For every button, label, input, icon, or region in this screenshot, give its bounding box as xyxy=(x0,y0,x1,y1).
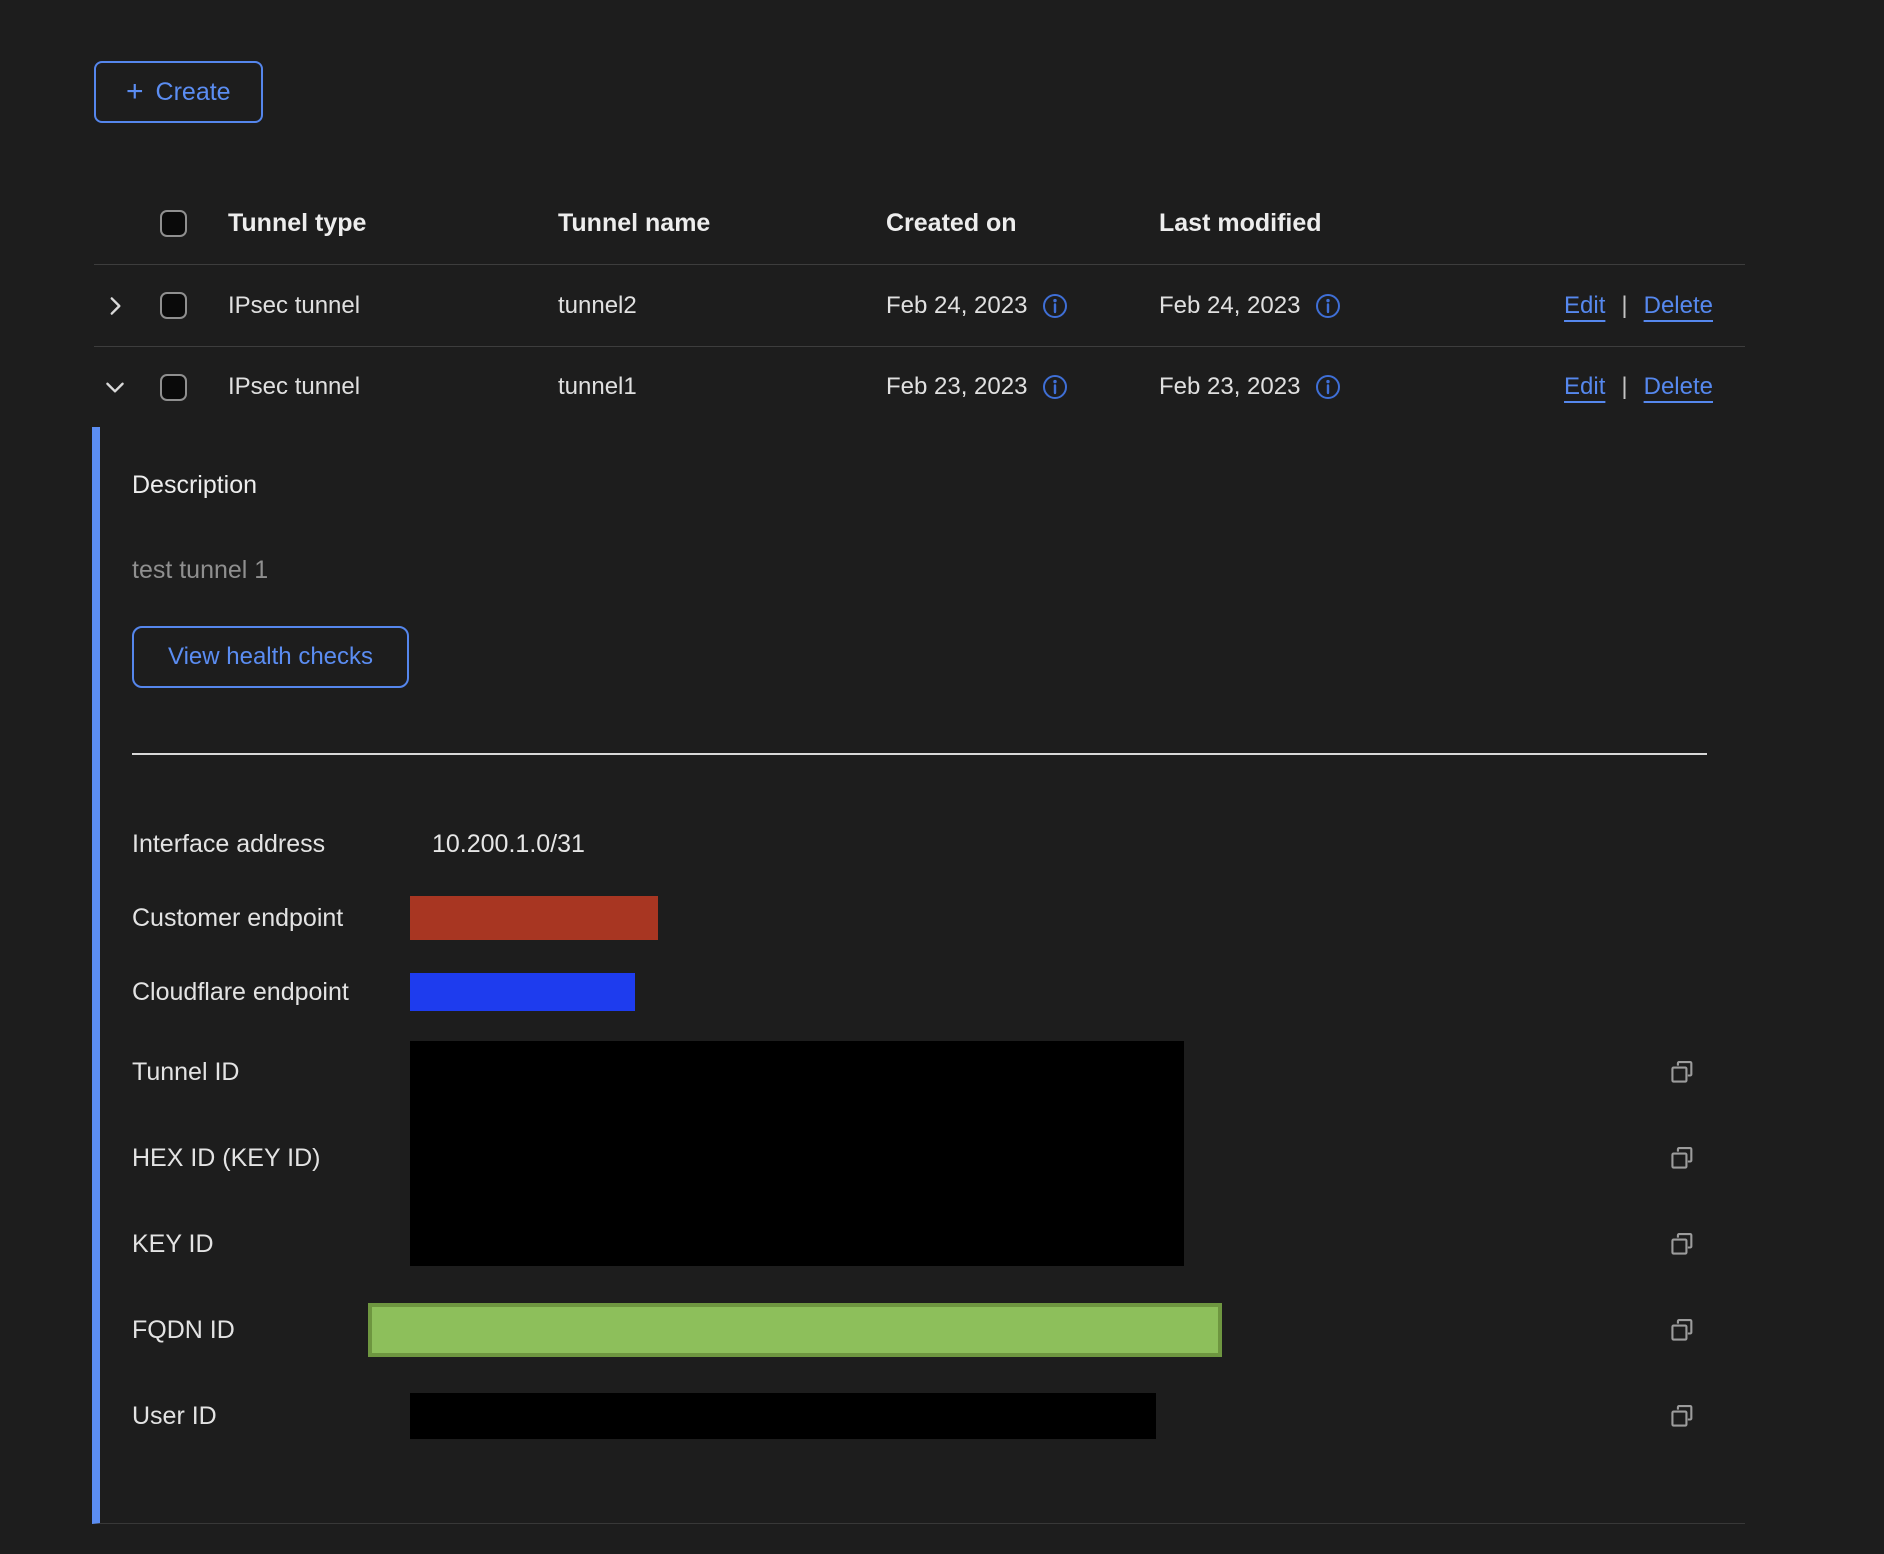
user-id-redaction xyxy=(410,1393,1156,1439)
cloudflare-endpoint-label: Cloudflare endpoint xyxy=(132,955,432,1029)
interface-address-label: Interface address xyxy=(132,807,432,881)
tunnel-fields: Interface address 10.200.1.0/31 Customer… xyxy=(132,807,1745,1459)
copy-icon[interactable] xyxy=(1668,1230,1696,1258)
action-separator: | xyxy=(1621,292,1627,320)
tunnel-name-cell: tunnel2 xyxy=(558,292,886,320)
edit-link[interactable]: Edit xyxy=(1564,373,1605,401)
chevron-down-icon[interactable] xyxy=(102,374,128,400)
interface-address-value: 10.200.1.0/31 xyxy=(432,830,585,859)
info-icon[interactable] xyxy=(1042,293,1068,319)
user-id-label: User ID xyxy=(132,1373,432,1459)
tunnels-page: + Create Tunnel type Tunnel name Created… xyxy=(94,0,1745,1524)
view-health-checks-button[interactable]: View health checks xyxy=(132,626,409,688)
fqdn-id-redaction xyxy=(368,1303,1222,1357)
description-value: test tunnel 1 xyxy=(132,556,1745,585)
delete-link[interactable]: Delete xyxy=(1644,373,1713,401)
key-id-label: KEY ID xyxy=(132,1201,432,1287)
copy-icon[interactable] xyxy=(1668,1316,1696,1344)
header-created-on: Created on xyxy=(886,209,1159,238)
copy-icon[interactable] xyxy=(1668,1144,1696,1172)
delete-link[interactable]: Delete xyxy=(1644,292,1713,320)
table-row-tunnel1: IPsec tunnel tunnel1 Feb 23, 2023 Feb 23… xyxy=(94,347,1745,427)
edit-link[interactable]: Edit xyxy=(1564,292,1605,320)
created-on-cell: Feb 24, 2023 xyxy=(886,292,1027,320)
row-checkbox[interactable] xyxy=(160,374,187,401)
customer-endpoint-label: Customer endpoint xyxy=(132,881,432,955)
header-tunnel-type: Tunnel type xyxy=(228,209,558,238)
create-button[interactable]: + Create xyxy=(94,61,263,123)
last-modified-cell: Feb 24, 2023 xyxy=(1159,292,1300,320)
chevron-right-icon[interactable] xyxy=(102,293,128,319)
description-label: Description xyxy=(132,471,1745,500)
create-button-label: Create xyxy=(156,78,231,107)
tunnel-detail-panel: Description test tunnel 1 View health ch… xyxy=(92,427,1745,1524)
cloudflare-endpoint-redaction xyxy=(410,973,635,1011)
customer-endpoint-redaction xyxy=(410,896,658,940)
table-row-tunnel2: IPsec tunnel tunnel2 Feb 24, 2023 Feb 24… xyxy=(94,265,1745,347)
tunnel-type-cell: IPsec tunnel xyxy=(228,373,558,401)
select-all-checkbox[interactable] xyxy=(160,210,187,237)
info-icon[interactable] xyxy=(1315,374,1341,400)
tunnels-table: Tunnel type Tunnel name Created on Last … xyxy=(94,183,1745,1524)
info-icon[interactable] xyxy=(1315,293,1341,319)
table-header-row: Tunnel type Tunnel name Created on Last … xyxy=(94,183,1745,265)
copy-icon[interactable] xyxy=(1668,1402,1696,1430)
header-tunnel-name: Tunnel name xyxy=(558,209,886,238)
hex-id-label: HEX ID (KEY ID) xyxy=(132,1115,432,1201)
detail-divider xyxy=(132,753,1707,755)
tunnel-id-redaction xyxy=(410,1041,1184,1266)
tunnel-name-cell: tunnel1 xyxy=(558,373,886,401)
header-last-modified: Last modified xyxy=(1159,209,1439,238)
row-checkbox[interactable] xyxy=(160,292,187,319)
action-separator: | xyxy=(1621,373,1627,401)
info-icon[interactable] xyxy=(1042,374,1068,400)
tunnel-id-label: Tunnel ID xyxy=(132,1029,432,1115)
copy-icon[interactable] xyxy=(1668,1058,1696,1086)
tunnel-type-cell: IPsec tunnel xyxy=(228,292,558,320)
header-check-cell xyxy=(160,210,228,237)
created-on-cell: Feb 23, 2023 xyxy=(886,373,1027,401)
last-modified-cell: Feb 23, 2023 xyxy=(1159,373,1300,401)
plus-icon: + xyxy=(126,77,144,107)
